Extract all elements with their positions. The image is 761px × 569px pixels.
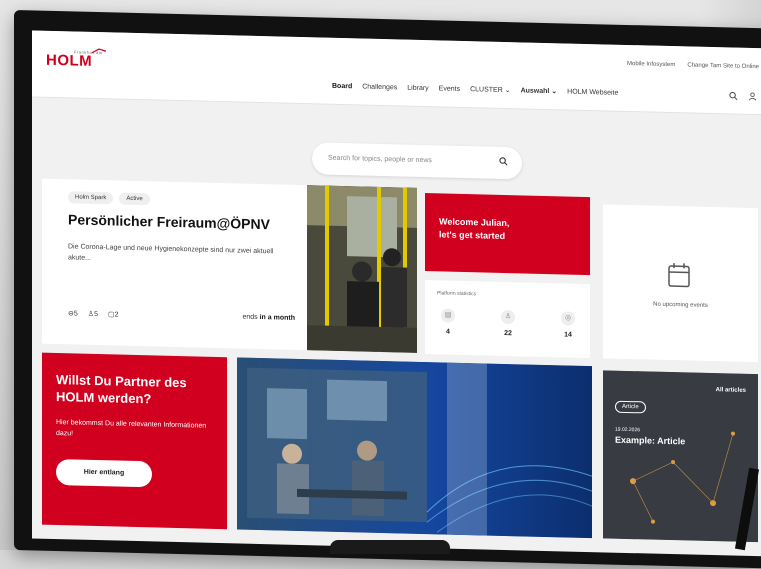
partner-title: Willst Du Partner des HOLM werden? (56, 371, 227, 409)
stat-users: ♙ 22 (493, 310, 523, 338)
all-articles-link[interactable]: All articles (716, 387, 746, 394)
partner-card: Willst Du Partner des HOLM werden? Hier … (42, 353, 227, 530)
partner-button[interactable]: Hier entlang (56, 459, 152, 487)
ideas-stat: ⊖5 (68, 309, 78, 317)
monitor-frame: Frankfurt am HOLM Mobile Infosystem Chan… (14, 10, 761, 569)
main-nav: Board Challenges Library Events CLUSTER … (332, 82, 618, 97)
utility-links: Mobile Infosystem Change Tam Site to Onl… (627, 61, 759, 70)
comment-icon: ▢ (108, 311, 115, 318)
top-navigation: Frankfurt am HOLM Mobile Infosystem Chan… (32, 30, 761, 115)
comments-count: 2 (115, 311, 119, 318)
search-placeholder: Search for topics, people or news (328, 155, 432, 165)
welcome-line-2: let's get started (439, 228, 509, 243)
subway-photo[interactable] (307, 185, 417, 353)
article-badge: Article (615, 401, 646, 414)
hero-image[interactable] (237, 357, 592, 538)
article-title: Example: Article (615, 435, 685, 447)
spark-tags: Holm Spark Active (68, 191, 150, 205)
user-icon: ♙ (501, 310, 515, 324)
nav-icons (729, 91, 757, 101)
stat-users-value: 22 (493, 330, 523, 338)
article-card[interactable]: All articles Article 19.02.2026 Example:… (603, 370, 758, 542)
nav-events[interactable]: Events (439, 85, 460, 93)
platform-label: Platform statistics (437, 290, 476, 297)
nav-board[interactable]: Board (332, 82, 352, 89)
logo-text: HOLM (46, 54, 103, 69)
spark-description: Die Corona-Lage und neue Hygienekonzepte… (68, 241, 296, 269)
nav-auswahl[interactable]: Auswahl ⌄ (521, 86, 558, 95)
tag-active: Active (119, 193, 149, 206)
utility-link-change[interactable]: Change Tam Site to Online (687, 62, 759, 70)
search-icon[interactable] (499, 157, 508, 166)
people-count: 5 (94, 311, 98, 318)
tag-holm-spark: Holm Spark (68, 191, 113, 204)
network-image (603, 370, 758, 542)
people-stat: ♙5 (88, 310, 98, 318)
spark-ends: ends in a month (242, 314, 295, 322)
events-card[interactable]: No upcoming events (603, 204, 758, 362)
utility-link-mobile[interactable]: Mobile Infosystem (627, 61, 675, 68)
subway-image (307, 185, 417, 353)
spark-card[interactable]: Holm Spark Active Persönlicher Freiraum@… (42, 179, 307, 350)
welcome-text: Welcome Julian, let's get started (439, 215, 509, 243)
nav-challenges[interactable]: Challenges (362, 83, 397, 91)
ideas-count: 5 (74, 310, 78, 317)
stat-documents-value: 4 (433, 328, 463, 336)
nav-holm-website[interactable]: HOLM Webseite (567, 88, 618, 96)
spark-stats: ⊖5 ♙5 ▢2 (68, 309, 119, 318)
monitor-stand (330, 540, 450, 554)
logo-mark-icon (90, 48, 108, 54)
partner-text: Hier bekommst Du alle relevanten Informa… (56, 417, 216, 443)
office-image (237, 357, 592, 538)
no-events-text: No upcoming events (603, 300, 758, 310)
nav-library[interactable]: Library (407, 84, 428, 92)
search-icon[interactable] (729, 91, 738, 100)
bulb-icon: ◎ (561, 311, 575, 325)
stat-documents: ▤ 4 (433, 308, 463, 336)
document-icon: ▤ (441, 308, 455, 322)
ends-prefix: ends (242, 314, 257, 321)
stat-ideas: ◎ 14 (553, 311, 583, 339)
article-date: 19.02.2026 (615, 427, 640, 434)
screen: Frankfurt am HOLM Mobile Infosystem Chan… (32, 30, 761, 556)
stat-ideas-value: 14 (553, 331, 583, 339)
spark-title: Persönlicher Freiraum@ÖPNV (68, 211, 270, 232)
holm-logo[interactable]: Frankfurt am HOLM (46, 49, 103, 69)
platform-statistics-card: Platform statistics ▤ 4 ♙ 22 ◎ 14 (425, 280, 590, 358)
calendar-icon (667, 262, 691, 289)
comments-stat: ▢2 (108, 310, 119, 318)
ends-value: in a month (260, 314, 295, 322)
welcome-card[interactable]: Welcome Julian, let's get started (425, 193, 590, 275)
user-icon[interactable] (748, 92, 757, 101)
nav-cluster[interactable]: CLUSTER ⌄ (470, 85, 510, 94)
search-input[interactable]: Search for topics, people or news (312, 142, 522, 179)
